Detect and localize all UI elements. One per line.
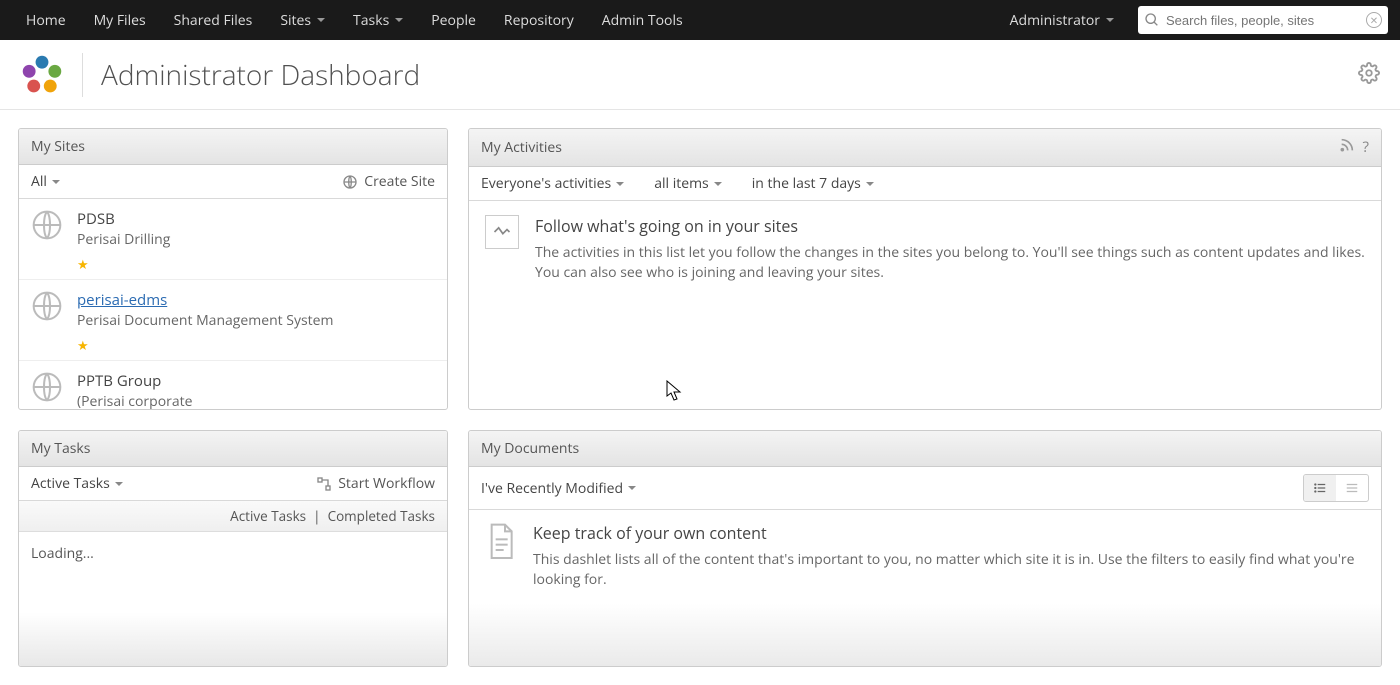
documents-empty-heading: Keep track of your own content [533, 522, 1365, 544]
globe-icon [31, 209, 63, 241]
dashlet-title: My Activities ? [469, 129, 1381, 167]
help-icon[interactable]: ? [1363, 137, 1369, 158]
dashlet-title: My Tasks [19, 431, 447, 467]
gear-icon [1358, 62, 1380, 84]
tasks-body: Loading... [19, 532, 447, 666]
my-documents-dashlet: My Documents I've Recently Modified Keep… [468, 430, 1382, 667]
nav-tasks[interactable]: Tasks [339, 0, 417, 40]
nav-sites[interactable]: Sites [266, 0, 339, 40]
documents-body: Keep track of your own content This dash… [469, 510, 1381, 666]
site-name[interactable]: perisai-edms [77, 290, 333, 310]
user-menu[interactable]: Administrator [996, 11, 1128, 30]
chevron-down-icon [1106, 18, 1114, 22]
globe-icon [31, 290, 63, 322]
search-input[interactable] [1166, 13, 1366, 28]
tasks-filter-dropdown[interactable]: Active Tasks [31, 474, 123, 493]
list-detailed-icon [1313, 481, 1327, 495]
activities-range-filter[interactable]: in the last 7 days [752, 174, 874, 193]
site-item[interactable]: PPTB Group (Perisai corporate ★ [19, 361, 447, 409]
globe-plus-icon [342, 174, 358, 190]
nav-admin-tools[interactable]: Admin Tools [588, 0, 697, 40]
dashboard-grid: My Sites All Create Site PDSB Perisai Dr… [0, 110, 1400, 685]
nav-home[interactable]: Home [12, 0, 80, 40]
completed-tasks-link[interactable]: Completed Tasks [328, 507, 435, 525]
tasks-subbar: Active Tasks | Completed Tasks [19, 501, 447, 532]
loading-text: Loading... [31, 544, 94, 563]
site-name[interactable]: PDSB [77, 209, 170, 229]
chevron-down-icon [616, 182, 624, 186]
my-activities-dashlet: My Activities ? Everyone's activities al… [468, 128, 1382, 410]
nav-my-files[interactable]: My Files [80, 0, 160, 40]
activities-empty-body: The activities in this list let you foll… [535, 243, 1365, 282]
site-description: Perisai Drilling [77, 230, 170, 249]
site-description: Perisai Document Management System [77, 311, 333, 330]
list-simple-icon [1345, 481, 1359, 495]
customize-dashboard-button[interactable] [1358, 62, 1380, 88]
app-logo-icon [20, 53, 64, 97]
chevron-down-icon [115, 482, 123, 486]
chevron-down-icon [866, 182, 874, 186]
favorite-star-icon[interactable]: ★ [77, 255, 89, 273]
top-navigation: Home My Files Shared Files Sites Tasks P… [0, 0, 1400, 40]
page-title: Administrator Dashboard [82, 53, 420, 97]
dashlet-title: My Sites [19, 129, 447, 165]
view-toggle [1303, 474, 1369, 502]
activities-toolbar: Everyone's activities all items in the l… [469, 167, 1381, 201]
dashlet-title: My Documents [469, 431, 1381, 467]
create-site-button[interactable]: Create Site [342, 172, 435, 191]
chevron-down-icon [395, 18, 403, 22]
activities-body: Follow what's going on in your sites The… [469, 201, 1381, 409]
chevron-down-icon [714, 182, 722, 186]
globe-icon [31, 371, 63, 403]
document-icon [485, 522, 517, 562]
chevron-down-icon [52, 180, 60, 184]
site-description: (Perisai corporate [77, 392, 192, 409]
sites-filter-dropdown[interactable]: All [31, 172, 60, 191]
simple-view-button[interactable] [1336, 475, 1368, 501]
activities-people-filter[interactable]: Everyone's activities [481, 174, 624, 193]
page-header: Administrator Dashboard [0, 40, 1400, 110]
sites-list[interactable]: PDSB Perisai Drilling ★ perisai-edms Per… [19, 199, 447, 409]
tasks-toolbar: Active Tasks Start Workflow [19, 467, 447, 501]
site-name[interactable]: PPTB Group [77, 371, 192, 391]
site-item[interactable]: perisai-edms Perisai Document Management… [19, 280, 447, 361]
documents-toolbar: I've Recently Modified [469, 467, 1381, 510]
activities-type-filter[interactable]: all items [654, 174, 722, 193]
my-tasks-dashlet: My Tasks Active Tasks Start Workflow Act… [18, 430, 448, 667]
clear-search-button[interactable]: ✕ [1366, 12, 1382, 28]
activities-empty-heading: Follow what's going on in your sites [535, 215, 1365, 237]
documents-filter-dropdown[interactable]: I've Recently Modified [481, 479, 636, 498]
my-sites-dashlet: My Sites All Create Site PDSB Perisai Dr… [18, 128, 448, 410]
workflow-icon [316, 476, 332, 492]
search-box: ✕ [1138, 6, 1388, 34]
chevron-down-icon [317, 18, 325, 22]
search-icon [1144, 12, 1160, 28]
favorite-star-icon[interactable]: ★ [77, 336, 89, 354]
rss-icon[interactable] [1339, 137, 1355, 158]
documents-empty-body: This dashlet lists all of the content th… [533, 550, 1365, 589]
site-item[interactable]: PDSB Perisai Drilling ★ [19, 199, 447, 280]
activity-icon [485, 215, 519, 249]
nav-people[interactable]: People [417, 0, 490, 40]
chevron-down-icon [628, 486, 636, 490]
my-sites-toolbar: All Create Site [19, 165, 447, 199]
start-workflow-button[interactable]: Start Workflow [316, 474, 435, 493]
nav-shared-files[interactable]: Shared Files [160, 0, 267, 40]
active-tasks-link[interactable]: Active Tasks [230, 507, 306, 525]
detailed-view-button[interactable] [1304, 475, 1336, 501]
nav-repository[interactable]: Repository [490, 0, 588, 40]
